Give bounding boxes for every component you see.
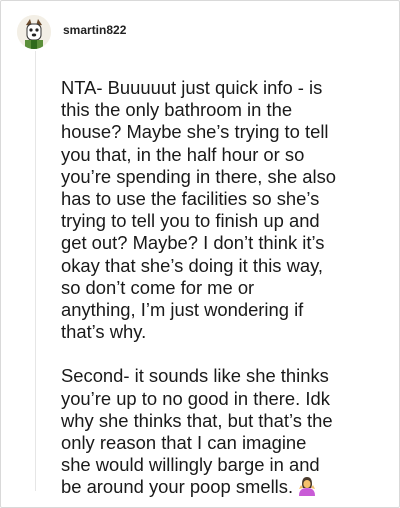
comment-paragraph-1: NTA- Buuuuut just quick info - is this t…: [61, 77, 337, 343]
dog-avatar-icon: [17, 15, 51, 49]
comment-header: smartin822: [17, 15, 126, 49]
thread-line: [35, 51, 36, 491]
person-shrugging-icon: [297, 476, 317, 497]
username[interactable]: smartin822: [63, 23, 126, 37]
comment-paragraph-2-text: Second- it sounds like she thinks you’re…: [61, 365, 333, 498]
comment-body: NTA- Buuuuut just quick info - is this t…: [61, 77, 383, 499]
comment-paragraph-2: Second- it sounds like she thinks you’re…: [61, 365, 383, 498]
comment-card: smartin822 NTA- Buuuuut just quick info …: [0, 0, 400, 508]
user-avatar[interactable]: [17, 15, 51, 49]
